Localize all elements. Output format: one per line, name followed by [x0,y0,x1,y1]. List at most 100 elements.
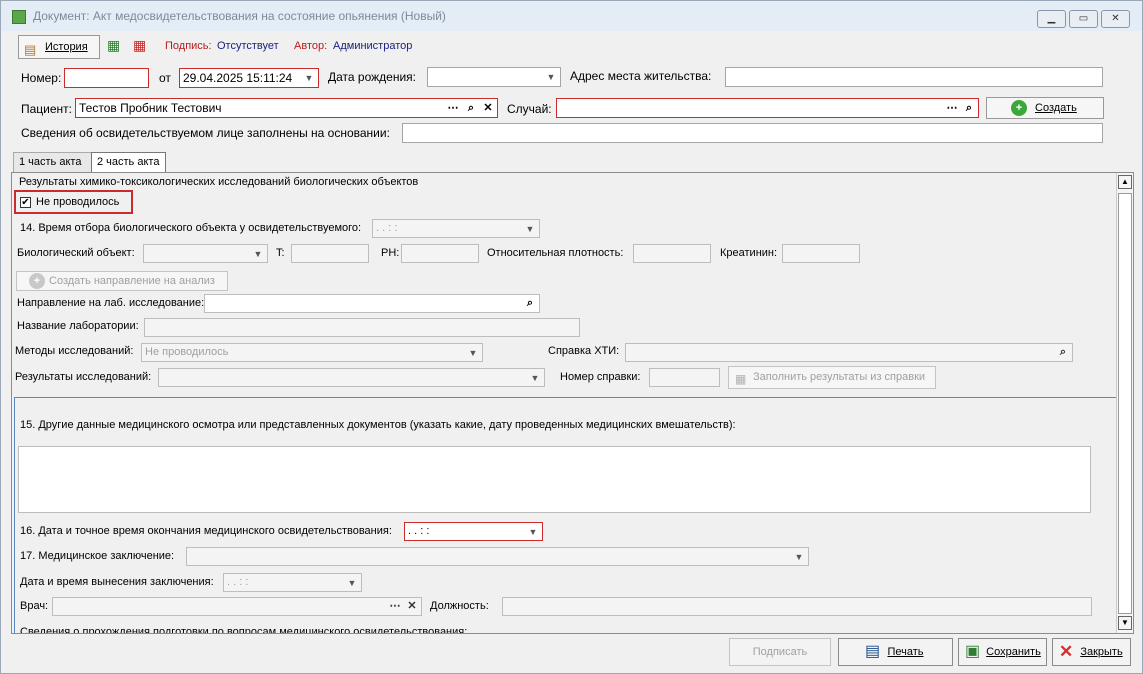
history-button[interactable]: ▤ История [18,35,100,59]
maximize-button[interactable]: ▭ [1069,10,1098,28]
scroll-thumb[interactable] [1118,193,1132,614]
time14-input[interactable]: . . : : ▼ [372,219,540,238]
hti-input[interactable]: ⌕ [625,343,1073,362]
position-input[interactable] [502,597,1092,616]
address-input[interactable] [725,67,1103,87]
fill-from-cert-button[interactable]: ▦ Заполнить результаты из справки [728,366,936,389]
end-time-label: 16. Дата и точное время окончания медици… [20,525,392,537]
number-label: Номер: [21,71,62,85]
save-button[interactable]: ▣ Сохранить [958,638,1047,666]
window-title: Документ: Акт медосвидетельствования на … [33,9,446,23]
tab-part1[interactable]: 1 часть акта [13,152,92,172]
direction-label: Направление на лаб. исследование: [17,297,205,309]
results-section-title: Результаты химико-токсикологических иссл… [19,176,419,188]
scroll-down-arrow[interactable]: ▼ [1118,616,1132,630]
close-window-button[interactable]: ✕ [1101,10,1130,28]
conclusion-select[interactable]: ▼ [186,547,809,566]
chevron-down-icon[interactable]: ▼ [345,576,359,590]
cert-input[interactable] [649,368,720,387]
end-time-value: . . : : [408,525,430,537]
create-direction-button[interactable]: + Создать направление на анализ [16,271,228,291]
more-icon[interactable]: ⋯ [944,100,960,116]
t-input[interactable] [291,244,369,263]
document-fill-icon: ▦ [735,372,747,386]
other-data-label: 15. Другие данные медицинского осмотра и… [20,419,736,431]
vertical-scrollbar[interactable]: ▲ ▼ [1116,173,1133,633]
bio-select[interactable]: ▼ [143,244,268,263]
doctor-input[interactable]: ⋯ ✕ [52,597,422,616]
search-icon[interactable]: ⌕ [463,100,479,116]
not-done-label: Не проводилось [36,196,120,208]
clear-icon[interactable]: ✕ [480,100,496,116]
birth-label: Дата рождения: [328,70,416,84]
birth-date-input[interactable]: ▼ [427,67,561,87]
other-data-textarea[interactable] [18,446,1091,513]
chevron-down-icon[interactable]: ▼ [523,222,537,236]
chevron-down-icon[interactable]: ▼ [544,70,558,84]
ph-input[interactable] [401,244,479,263]
results-label: Результаты исследований: [15,371,152,383]
lab-label: Название лаборатории: [17,320,139,332]
clear-icon[interactable]: ✕ [404,598,420,614]
search-icon[interactable]: ⌕ [1055,344,1071,360]
ph-label: PH: [381,247,400,259]
more-icon[interactable]: ⋯ [445,100,461,116]
date-input[interactable]: 29.04.2025 15:11:24 ▼ [179,68,319,88]
lab-input[interactable] [144,318,580,337]
document-window: Документ: Акт медосвидетельствования на … [0,0,1143,674]
close-button[interactable]: ✕ Закрыть [1052,638,1131,666]
patient-input[interactable]: Тестов Пробник Тестович ⋯ ⌕ ✕ [75,98,498,118]
time14-value: . . : : [376,222,398,234]
history-icon: ▤ [24,42,37,57]
sign-button[interactable]: Подписать [729,638,831,666]
save-icon: ▣ [965,643,981,660]
cert-label: Номер справки: [560,371,641,383]
tab-part2[interactable]: 2 часть акта [91,152,166,172]
doctor-label: Врач: [20,600,49,612]
position-label: Должность: [430,600,489,612]
search-icon[interactable]: ⌕ [961,100,977,116]
direction-input[interactable]: ⌕ [204,294,540,313]
basis-label: Сведения об освидетельствуемом лице запо… [21,126,390,140]
sign-doc-icon[interactable]: ▦ [107,37,125,55]
scroll-up-arrow[interactable]: ▲ [1118,175,1132,189]
print-button[interactable]: ▤ Печать [838,638,953,666]
methods-select[interactable]: Не проводилось ▼ [141,343,483,362]
number-input[interactable] [64,68,149,88]
not-done-checkbox[interactable]: ✔ [20,197,31,208]
address-label: Адрес места жительства: [570,69,712,83]
printer-icon: ▤ [865,643,881,660]
part2-panel: Результаты химико-токсикологических иссл… [11,172,1134,634]
chevron-down-icon[interactable]: ▼ [251,247,265,261]
section-15-17: 15. Другие данные медицинского осмотра и… [14,397,1117,633]
date-value: 29.04.2025 15:11:24 [183,71,293,85]
case-input[interactable]: ⋯ ⌕ [556,98,979,118]
unsign-doc-icon[interactable]: ▦ [133,37,151,55]
results-select[interactable]: ▼ [158,368,545,387]
create-direction-label: Создать направление на анализ [49,275,215,287]
more-icon[interactable]: ⋯ [387,598,403,614]
chevron-down-icon[interactable]: ▼ [526,525,540,539]
sign-label: Подпись: [165,40,212,52]
density-input[interactable] [633,244,711,263]
chevron-down-icon[interactable]: ▼ [792,550,806,564]
close-icon: ✕ [1059,642,1074,661]
not-done-checkbox-group[interactable]: ✔ Не проводилось [14,190,133,214]
chevron-down-icon[interactable]: ▼ [528,371,542,385]
t-label: T: [276,247,285,259]
sign-status: Отсутствует [217,40,279,52]
search-icon[interactable]: ⌕ [522,295,538,311]
fill-from-cert-label: Заполнить результаты из справки [753,371,926,383]
hti-label: Справка ХТИ: [548,345,620,357]
minimize-button[interactable]: ▁ [1037,10,1066,28]
toolbar: ▤ История ▦ ▦ Подпись: Отсутствует Автор… [11,34,1136,60]
basis-input[interactable] [402,123,1103,143]
chevron-down-icon[interactable]: ▼ [302,71,316,85]
chevron-down-icon[interactable]: ▼ [466,346,480,360]
conclusion-label: 17. Медицинское заключение: [20,550,175,562]
create-case-button[interactable]: + Создать [986,97,1104,119]
bio-label: Биологический объект: [17,247,135,259]
end-time-input[interactable]: . . : : ▼ [404,522,543,541]
conclusion-datetime-input[interactable]: . . : : ▼ [223,573,362,592]
creatinine-input[interactable] [782,244,860,263]
